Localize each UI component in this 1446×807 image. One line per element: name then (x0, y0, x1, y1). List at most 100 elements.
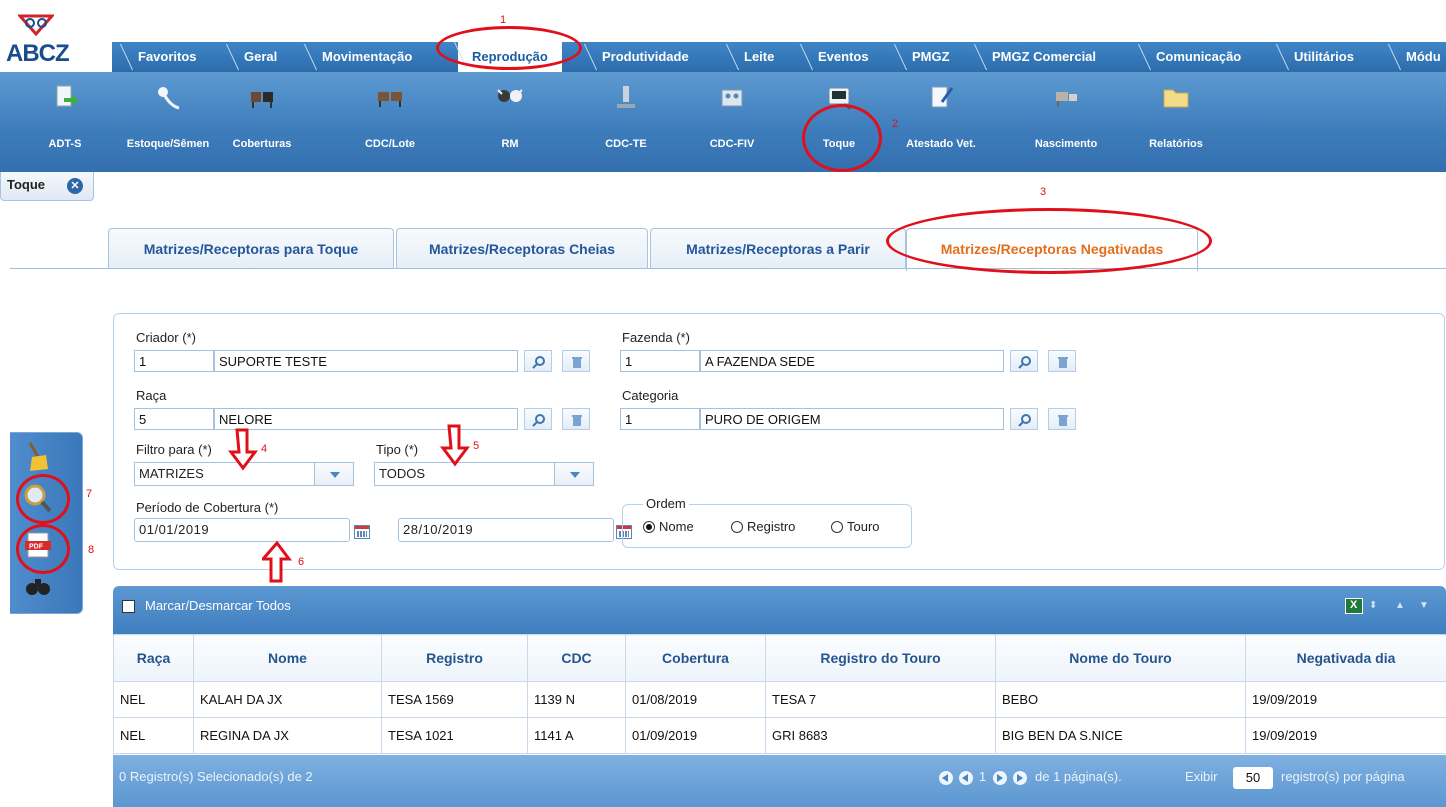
criador-label: Criador (*) (136, 330, 196, 345)
fazenda-name-input[interactable]: A FAZENDA SEDE (700, 350, 1004, 372)
raca-search-button[interactable] (524, 408, 552, 430)
menu-leite[interactable]: Leite (730, 42, 788, 72)
collapse-up-icon[interactable]: ▲ (1395, 600, 1405, 611)
abcz-logo: ABCZ (0, 10, 110, 72)
grid-header-bar: Marcar/Desmarcar Todos ⬍ ▲ ▼ (113, 586, 1446, 634)
radio-unchecked-icon (831, 521, 843, 533)
tab-para-toque[interactable]: Matrizes/Receptoras para Toque (108, 228, 394, 269)
excel-export-icon[interactable] (1345, 598, 1363, 614)
prev-page-icon[interactable] (959, 771, 973, 785)
trash-icon (1058, 415, 1068, 426)
toolbar-rm[interactable]: RM (490, 72, 530, 172)
table-row[interactable]: NEL KALAH DA JX TESA 1569 1139 N 01/08/2… (113, 681, 1446, 718)
annotation-number-4: 4 (261, 443, 268, 455)
cattle-icon (251, 92, 273, 108)
page-size-input[interactable]: 50 (1233, 767, 1273, 789)
col-cobertura[interactable]: Cobertura (625, 634, 766, 682)
col-nome-touro[interactable]: Nome do Touro (995, 634, 1246, 682)
toolbar-estoque-semen[interactable]: Estoque/Sêmen (118, 72, 218, 172)
col-negativada-dia[interactable]: Negativada dia (1245, 634, 1446, 682)
raca-code-input[interactable]: 5 (134, 408, 214, 430)
menu-utilitarios[interactable]: Utilitários (1280, 42, 1368, 72)
binoculars-icon (26, 579, 50, 595)
criador-code-input[interactable]: 1 (134, 350, 214, 372)
menu-modulos[interactable]: Módu (1392, 42, 1446, 72)
annotation-circle-8 (16, 524, 70, 574)
last-page-icon[interactable] (1013, 771, 1027, 785)
tipo-select[interactable]: TODOS (374, 462, 594, 486)
toolbar-cdc-te[interactable]: CDC-TE (596, 72, 656, 172)
ordem-radio-registro[interactable]: Registro (731, 519, 795, 534)
expand-down-icon[interactable]: ▼ (1419, 600, 1429, 611)
periodo-from-input[interactable]: 01/01/2019 (134, 518, 350, 542)
next-page-icon[interactable] (993, 771, 1007, 785)
raca-clear-button[interactable] (562, 408, 590, 430)
toolbar-nascimento[interactable]: Nascimento (1024, 72, 1108, 172)
menu-movimentacao[interactable]: Movimentação (308, 42, 426, 72)
results-grid: Marcar/Desmarcar Todos ⬍ ▲ ▼ Raça Nome R… (113, 586, 1446, 807)
col-registro-touro[interactable]: Registro do Touro (765, 634, 996, 682)
search-icon (532, 356, 545, 369)
toolbar-cdc-fiv[interactable]: CDC-FIV (700, 72, 764, 172)
annotation-number-8: 8 (88, 544, 95, 556)
microscope-icon (617, 86, 635, 108)
tipo-value: TODOS (379, 466, 425, 481)
ordem-group: Ordem Nome Registro Touro (622, 496, 912, 548)
ordem-radio-touro[interactable]: Touro (831, 519, 880, 534)
menu-eventos[interactable]: Eventos (804, 42, 883, 72)
periodo-to-input[interactable]: 28/10/2019 (398, 518, 614, 542)
menu-comunicacao[interactable]: Comunicação (1142, 42, 1255, 72)
grid-footer: 0 Registro(s) Selecionado(s) de 2 1 de 1… (113, 755, 1446, 807)
annotation-arrow-4 (228, 428, 258, 471)
select-all-checkbox[interactable] (122, 600, 135, 613)
annotation-circle-1 (436, 26, 582, 70)
table-row[interactable]: NEL REGINA DA JX TESA 1021 1141 A 01/09/… (113, 717, 1446, 754)
toolbar-relatorios[interactable]: Relatórios (1138, 72, 1214, 172)
toolbar-atestado-vet[interactable]: Atestado Vet. (906, 72, 976, 172)
find-button[interactable] (18, 569, 58, 605)
menu-produtividade[interactable]: Produtividade (588, 42, 703, 72)
fazenda-search-button[interactable] (1010, 350, 1038, 372)
fazenda-code-input[interactable]: 1 (620, 350, 700, 372)
col-cdc[interactable]: CDC (527, 634, 626, 682)
categoria-clear-button[interactable] (1048, 408, 1076, 430)
col-registro[interactable]: Registro (381, 634, 528, 682)
trash-icon (572, 357, 582, 368)
document-arrow-icon (56, 85, 78, 107)
search-icon (532, 414, 545, 427)
raca-name-input[interactable]: NELORE (214, 408, 518, 430)
clear-form-button[interactable] (18, 439, 58, 475)
tab-a-parir[interactable]: Matrizes/Receptoras a Parir (650, 228, 906, 269)
menu-favoritos[interactable]: Favoritos (124, 42, 211, 72)
first-page-icon[interactable] (939, 771, 953, 785)
select-all-label[interactable]: Marcar/Desmarcar Todos (145, 598, 291, 613)
ordem-radio-nome[interactable]: Nome (643, 519, 694, 534)
close-icon[interactable]: ✕ (67, 178, 83, 194)
cell-registro-touro: TESA 7 (765, 681, 996, 718)
col-nome[interactable]: Nome (193, 634, 382, 682)
cell-cobertura: 01/09/2019 (625, 717, 766, 754)
chevron-down-icon[interactable] (554, 463, 593, 485)
fazenda-clear-button[interactable] (1048, 350, 1076, 372)
toolbar-coberturas[interactable]: Coberturas (222, 72, 302, 172)
toolbar-cdc-lote[interactable]: CDC/Lote (360, 72, 420, 172)
calendar-icon[interactable] (354, 525, 370, 539)
cattle-pair-icon (378, 92, 402, 107)
menu-geral[interactable]: Geral (230, 42, 291, 72)
main-menu-bar: Favoritos Geral Movimentação Reprodução … (112, 40, 1446, 72)
criador-clear-button[interactable] (562, 350, 590, 372)
toolbar-adt-s[interactable]: ADT-S (40, 72, 90, 172)
menu-pmgz[interactable]: PMGZ (898, 42, 964, 72)
categoria-name-input[interactable]: PURO DE ORIGEM (700, 408, 1004, 430)
col-raca[interactable]: Raça (113, 634, 194, 682)
menu-pmgz-comercial[interactable]: PMGZ Comercial (978, 42, 1110, 72)
chevron-down-icon[interactable] (314, 463, 353, 485)
doc-tab-toque[interactable]: Toque ✕ (0, 172, 94, 201)
criador-search-button[interactable] (524, 350, 552, 372)
categoria-code-input[interactable]: 1 (620, 408, 700, 430)
criador-name-input[interactable]: SUPORTE TESTE (214, 350, 518, 372)
categoria-search-button[interactable] (1010, 408, 1038, 430)
tab-cheias[interactable]: Matrizes/Receptoras Cheias (396, 228, 648, 269)
logo-text: ABCZ (6, 40, 70, 67)
sort-icon[interactable]: ⬍ (1369, 600, 1377, 611)
